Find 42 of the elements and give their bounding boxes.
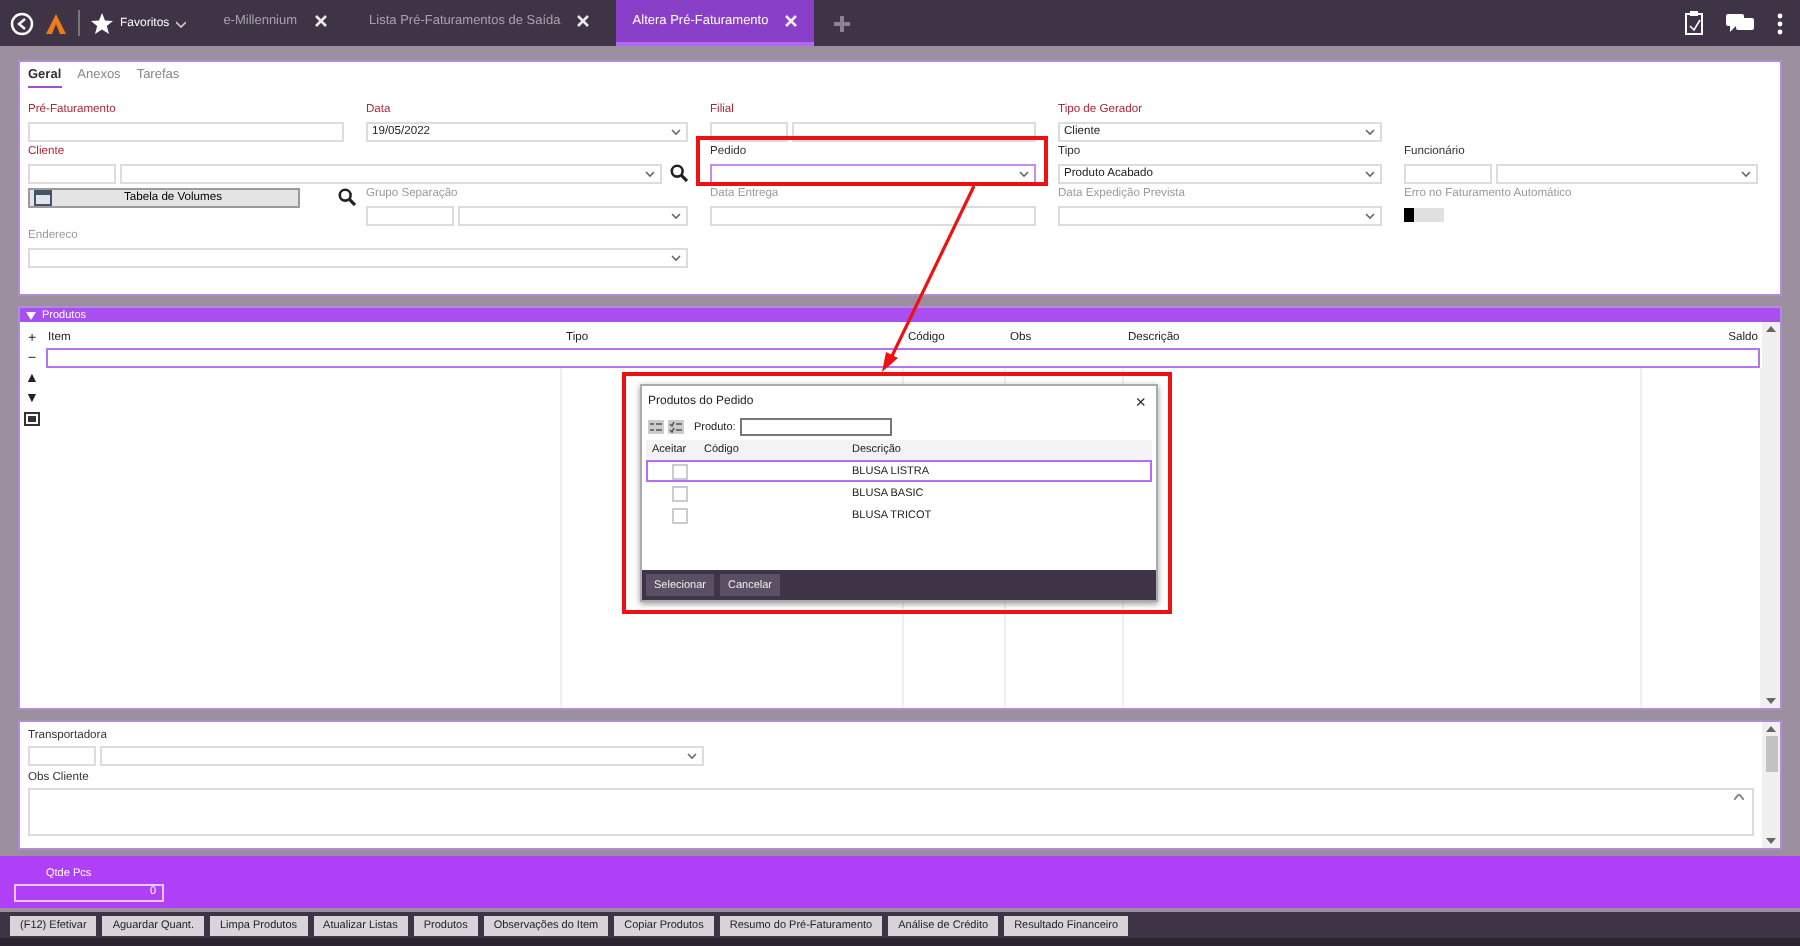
logo-icon [44,11,68,35]
chevron-icon [1364,211,1376,219]
input-field[interactable] [739,418,892,436]
chevron-icon [686,751,698,759]
chevron-icon [670,127,682,135]
scroll-down-icon[interactable] [1766,698,1776,704]
search-icon[interactable] [670,164,688,182]
add-tab-icon[interactable] [832,13,853,33]
checkbox[interactable] [672,463,688,479]
chevron-icon [1364,127,1376,135]
scrollbar[interactable] [1762,322,1780,708]
menu-icon[interactable] [1776,11,1784,35]
grid-icon[interactable] [24,412,40,426]
checkbox[interactable] [672,507,688,523]
scroll-up-icon[interactable] [1766,726,1776,732]
chat-icon[interactable] [1726,12,1754,34]
close-icon[interactable] [784,14,799,28]
clipboard-icon[interactable] [1684,10,1704,36]
list-icon[interactable] [648,420,664,434]
chevron-icon [644,169,656,177]
caret-icon [26,311,36,319]
close-icon[interactable] [576,14,591,28]
checkbox[interactable] [672,485,688,501]
calendar-icon [34,189,52,205]
star-icon [90,11,114,35]
chevron-icon [670,211,682,219]
chevron-icon [1018,169,1030,177]
checklist-icon[interactable] [668,420,684,434]
chevron-icon [1364,169,1376,177]
scrollbar[interactable] [1762,722,1780,848]
table-row[interactable] [46,348,1760,368]
scroll-down-icon[interactable] [1766,838,1776,844]
chevron-icon [1740,169,1752,177]
chevron-icon [670,253,682,261]
caret-icon [175,19,186,27]
close-button[interactable]: × [1131,393,1150,411]
scroll-up-icon[interactable] [1734,793,1744,799]
close-icon[interactable] [313,14,328,28]
search-icon[interactable] [338,188,356,206]
scroll-up-icon[interactable] [1766,326,1776,332]
dropdown[interactable] [710,163,1036,183]
back-icon[interactable] [10,11,34,35]
